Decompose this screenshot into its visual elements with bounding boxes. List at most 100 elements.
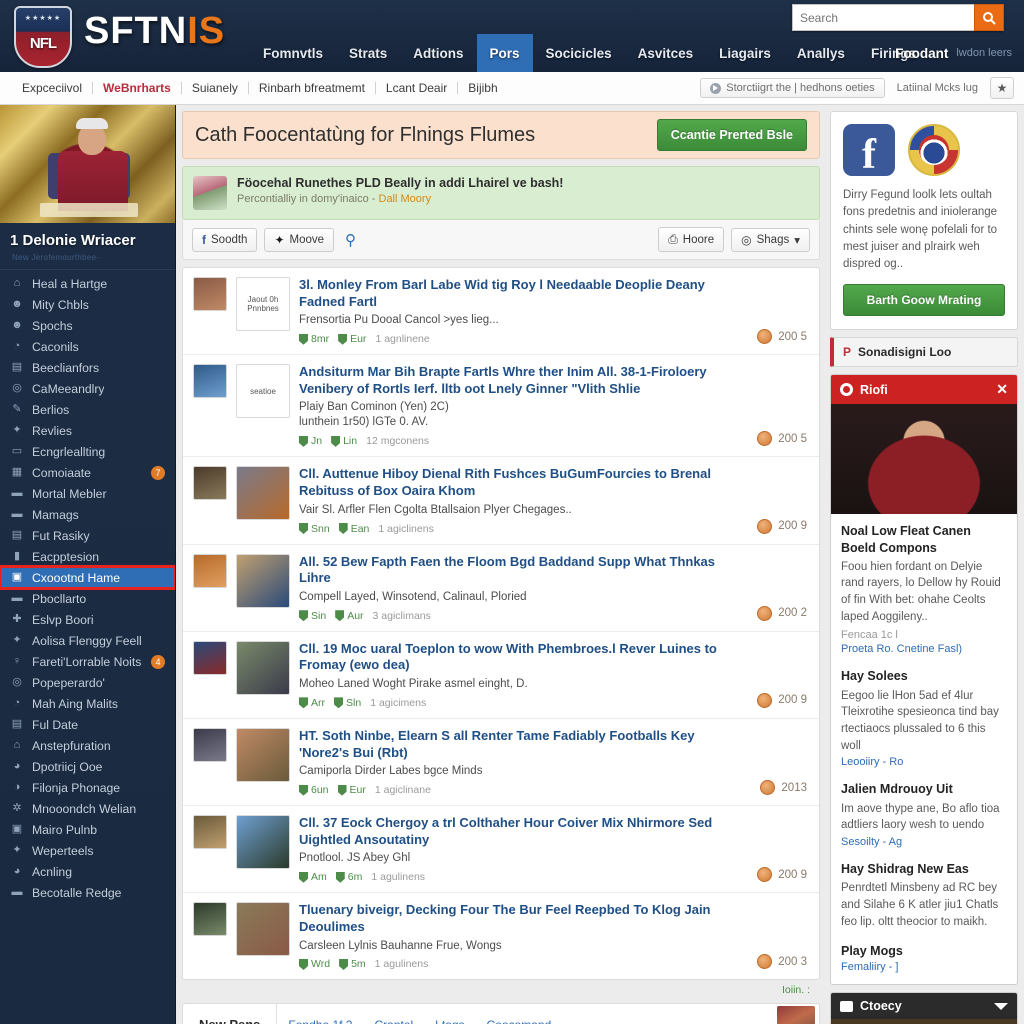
article-row[interactable]: Cll. 19 Moc uaral Toeplon to wow With Ph… (183, 632, 819, 719)
nav-item-5[interactable]: Asvitces (625, 34, 707, 72)
comment-count[interactable]: 1 agiclinane (375, 784, 431, 796)
article-title[interactable]: Andsiturm Mar Bih Brapte Fartls Whre the… (299, 364, 731, 397)
sidebar-item-16[interactable]: ✚ Eslvp Boori (0, 609, 175, 630)
sidebar-item-8[interactable]: ▭ Ecngrleallting (0, 441, 175, 462)
article-tag-0[interactable]: 8mr (299, 333, 329, 345)
article-row[interactable]: All. 52 Bew Fapth Faen the Floom Bgd Bad… (183, 545, 819, 632)
featured-block-link[interactable]: Leooiiry - Ro (841, 756, 1007, 768)
comment-count[interactable]: 12 mgconens (366, 435, 429, 447)
subnav-item-0[interactable]: Expceciivol (12, 82, 94, 94)
refresh-feed-button[interactable]: Storctiigrt the | hedhons oeties (700, 78, 885, 98)
subnav-item-5[interactable]: Bijibh (458, 82, 507, 94)
article-tag-1[interactable]: Ean (338, 523, 369, 535)
article-row[interactable]: seatioe Andsiturm Mar Bih Brapte Fartls W… (183, 355, 819, 458)
featured-block-link[interactable]: Proeta Ro. Cnetine Fasl) (841, 643, 1007, 655)
article-tag-1[interactable]: Eur (337, 784, 366, 796)
article-tag-0[interactable]: Snn (299, 523, 330, 535)
share-dropdown-button[interactable]: ◎ Shags ▾ (731, 227, 810, 252)
featured-block-link[interactable]: Sesoilty - Ag (841, 836, 1007, 848)
sidebar-item-1[interactable]: ☻ Mity Chbls (0, 294, 175, 315)
sidebar-item-21[interactable]: ▤ Ful Date (0, 714, 175, 735)
nav-item-4[interactable]: Socicicles (533, 34, 625, 72)
sidebar-item-2[interactable]: ☻ Spochs (0, 315, 175, 336)
article-title[interactable]: HT. Soth Ninbe, Elearn S all Renter Tame… (299, 728, 731, 761)
search-button[interactable] (974, 4, 1004, 31)
favorite-button[interactable]: ★ (990, 77, 1014, 99)
sidebar-item-13[interactable]: ▮ Eacpptesion (0, 546, 175, 567)
notice-link[interactable]: Dall Moory (379, 193, 432, 205)
promo-button[interactable]: Barth Goow Mrating (843, 284, 1005, 317)
tab-item-0[interactable]: Fondhe 1f.2 (277, 1018, 363, 1024)
comment-count[interactable]: 1 agulinens (375, 958, 429, 970)
comment-count[interactable]: 3 agiclimans (373, 610, 431, 622)
search-icon[interactable]: ⚲ (341, 231, 360, 249)
subnav-extra-label[interactable]: Latiinal Mcks lug (891, 82, 984, 94)
sidebar-item-23[interactable]: ◕ Dpotriicj Ooe (0, 756, 175, 777)
sidebar-item-11[interactable]: ▬ Mamags (0, 504, 175, 525)
sidebar-item-9[interactable]: ▦ Comoiaate 7 (0, 462, 175, 483)
twitter-share-button[interactable]: ✦ Moove (264, 227, 335, 252)
nav-item-3[interactable]: Pors (476, 34, 533, 72)
article-tag-0[interactable]: Wrd (299, 958, 330, 970)
article-row[interactable]: Cll. 37 Eock Chergoy a trl Colthaher Hou… (183, 806, 819, 894)
article-title[interactable]: Tluenary biveigr, Decking Four The Bur F… (299, 902, 731, 935)
main-navigation[interactable]: Fomnvtls Strats Adtions Pors Socicicles … (250, 34, 929, 72)
sidebar-item-12[interactable]: ▤ Fut Rasiky (0, 525, 175, 546)
create-button[interactable]: Ccantie Prerted Bsle (656, 119, 807, 151)
article-row[interactable]: Cll. Auttenue Hiboy Dienal Rith Fushces … (183, 457, 819, 545)
nav-item-2[interactable]: Adtions (400, 34, 476, 72)
article-tag-1[interactable]: 5m (339, 958, 366, 970)
article-row[interactable]: HT. Soth Ninbe, Elearn S all Renter Tame… (183, 719, 819, 807)
sidebar-item-3[interactable]: ◔ Caconils (0, 336, 175, 357)
article-tag-1[interactable]: Eur (338, 333, 366, 345)
article-title[interactable]: All. 52 Bew Fapth Faen the Floom Bgd Bad… (299, 554, 731, 587)
article-title[interactable]: Cll. 19 Moc uaral Toeplon to wow With Ph… (299, 641, 731, 674)
site-brand[interactable]: SFTNIS (84, 10, 225, 53)
article-row[interactable]: Tluenary biveigr, Decking Four The Bur F… (183, 893, 819, 979)
article-row[interactable]: Jaout 0h Pnnbnes 3l. Monley From Barl Lab… (183, 268, 819, 356)
article-tag-1[interactable]: Sln (334, 697, 361, 709)
facebook-icon[interactable]: f (843, 124, 895, 176)
sidebar-item-29[interactable]: ▬ Becotalle Redge (0, 882, 175, 903)
article-tag-0[interactable]: Arr (299, 697, 325, 709)
sidebar-item-7[interactable]: ✦ Revlies (0, 420, 175, 441)
sidebar-item-24[interactable]: ◑ Filonja Phonage (0, 777, 175, 798)
article-tag-1[interactable]: 6m (335, 871, 362, 883)
nav-item-0[interactable]: Fomnvtls (250, 34, 336, 72)
video-thumbnail[interactable] (831, 1019, 1017, 1024)
featured-block-heading[interactable]: Jalien Mdrouoy Uit (841, 781, 1007, 797)
subnav-item-1[interactable]: WeBnrharts (93, 82, 182, 94)
comment-count[interactable]: 1 agicimens (370, 697, 426, 709)
comment-count[interactable]: 1 agnlinene (375, 333, 429, 345)
list-footer[interactable]: Ioiin. : (182, 980, 820, 998)
comment-count[interactable]: 1 agiclinens (378, 523, 433, 535)
featured-block-heading[interactable]: Noal Low Fleat Canen Boeld Compons (841, 523, 1007, 556)
sidebar-item-19[interactable]: ◎ Popeperardo' (0, 672, 175, 693)
sidebar-item-20[interactable]: ◔ Mah Aing Malits (0, 693, 175, 714)
profile-avatar-large[interactable] (0, 105, 175, 223)
chevron-down-icon[interactable] (994, 1002, 1008, 1010)
sidebar-item-27[interactable]: ✦ Weperteels (0, 840, 175, 861)
tab-item-3[interactable]: Coocomand (476, 1018, 563, 1024)
tab-item-1[interactable]: Crantel (363, 1018, 424, 1024)
article-tag-0[interactable]: Sin (299, 610, 326, 622)
article-tag-1[interactable]: Lin (331, 435, 357, 447)
sponsor-bar[interactable]: P Sonadisigni Loo (830, 337, 1018, 368)
sidebar-item-4[interactable]: ▤ Beeclianfors (0, 357, 175, 378)
article-title[interactable]: 3l. Monley From Barl Labe Wid tig Roy l … (299, 277, 731, 310)
comment-count[interactable]: 1 agulinens (371, 871, 425, 883)
tab-new-pens[interactable]: New Pens (183, 1004, 278, 1024)
tab-item-2[interactable]: Ltogs (424, 1018, 475, 1024)
nav-item-1[interactable]: Strats (336, 34, 400, 72)
featured-block-link[interactable]: Femaliiry - ] (841, 961, 1007, 973)
search-input[interactable] (792, 4, 974, 31)
subnav-item-4[interactable]: Lcant Deair (376, 82, 459, 94)
article-tag-0[interactable]: Jn (299, 435, 322, 447)
nfl-shield-logo[interactable]: ★★★★★ NFL (14, 6, 72, 68)
fan-zone[interactable]: Foodant lwdon leers (895, 34, 1012, 72)
article-title[interactable]: Cll. 37 Eock Chergoy a trl Colthaher Hou… (299, 815, 731, 848)
sidebar-item-10[interactable]: ▬ Mortal Mebler (0, 483, 175, 504)
sidebar-item-18[interactable]: ♀ Fareti'Lorrable Noits 4 (0, 651, 175, 672)
sidebar-item-26[interactable]: ▣ Mairo Pulnb (0, 819, 175, 840)
featured-block-heading[interactable]: Hay Solees (841, 668, 1007, 684)
